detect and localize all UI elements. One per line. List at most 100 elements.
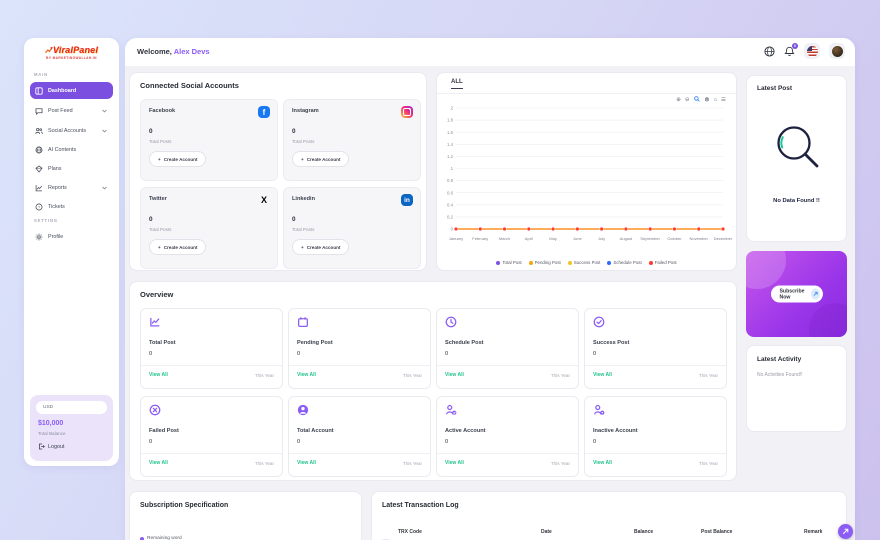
social-accounts-icon: [35, 127, 43, 135]
view-all-link[interactable]: View All: [149, 460, 168, 466]
legend-item[interactable]: Total Post: [496, 260, 521, 265]
period-label: This Year: [699, 461, 718, 466]
sidebar-item-plans[interactable]: Plans: [30, 160, 113, 177]
overview-card: Inactive Account0View AllThis Year: [584, 396, 727, 477]
legend-dot: [649, 261, 653, 265]
period-label: This Year: [699, 373, 718, 378]
chart-legend: Total Post Pending Post Success Post Schedu…: [437, 260, 736, 265]
main-panel: Welcome, Alex Devs 0 Connected Social Ac…: [125, 38, 855, 540]
svg-text:0.8: 0.8: [447, 178, 454, 183]
svg-text:October: October: [667, 236, 682, 241]
app-logo[interactable]: ViralPanel BY MARKETINGWALLAH.IN: [24, 45, 119, 60]
section-title: Latest Post: [757, 85, 792, 92]
create-account-button[interactable]: +Create Account: [149, 151, 206, 167]
profile-menu-button[interactable]: [829, 43, 845, 59]
card-value: 0: [593, 439, 596, 445]
card-value: 0: [149, 439, 152, 445]
chevron-down-icon: [102, 109, 107, 113]
facebook-icon: f: [258, 106, 270, 118]
view-all-link[interactable]: View All: [149, 372, 168, 378]
floating-action-button[interactable]: [838, 524, 853, 539]
total-balance-value: $10,000: [38, 420, 63, 427]
overview-card: Total Account0View AllThis Year: [288, 396, 431, 477]
twitter-x-icon: X: [258, 194, 270, 206]
section-title: Latest Transaction Log: [382, 502, 459, 509]
create-account-button[interactable]: +Create Account: [292, 239, 349, 255]
user-circle-icon: [297, 404, 309, 416]
sidebar-item-social-accounts[interactable]: Social Accounts: [30, 122, 113, 139]
view-all-link[interactable]: View All: [297, 372, 316, 378]
svg-text:0.4: 0.4: [447, 202, 454, 207]
card-value: 0: [297, 351, 300, 357]
svg-text:February: February: [472, 236, 488, 241]
post-feed-icon: [35, 107, 43, 115]
language-flag-button[interactable]: [804, 43, 820, 59]
card-title: Failed Post: [149, 428, 179, 434]
x-circle-icon: [149, 404, 161, 416]
logout-button[interactable]: Logout: [38, 443, 65, 450]
sidebar-item-tickets[interactable]: ? Tickets: [30, 198, 113, 215]
remaining-word-legend[interactable]: Remaining word: [140, 536, 182, 540]
facebook-account-card: Facebook f 0 Total Posts +Create Account: [140, 99, 278, 181]
sidebar-item-post-feed[interactable]: Post Feed: [30, 102, 113, 119]
latest-post-section: Latest Post No Data Found !!: [746, 75, 847, 242]
sidebar-item-ai-contents[interactable]: AI Contents: [30, 141, 113, 158]
period-label: This Year: [551, 373, 570, 378]
overview-card: Total Post0View AllThis Year: [140, 308, 283, 389]
notifications-button[interactable]: 0: [784, 46, 795, 57]
arrow-up-right-icon: [842, 528, 849, 535]
sidebar-item-reports[interactable]: Reports: [30, 179, 113, 196]
plus-icon: +: [301, 245, 304, 250]
language-globe-icon[interactable]: [764, 46, 775, 57]
subscribe-now-button[interactable]: Subscribe Now: [770, 286, 822, 303]
no-data-text: No Data Found !!: [747, 198, 846, 204]
top-header: Welcome, Alex Devs 0: [125, 38, 855, 66]
divider: [585, 365, 726, 366]
legend-item[interactable]: Schedule Post: [607, 260, 641, 265]
section-title: Connected Social Accounts: [140, 81, 239, 90]
legend-item[interactable]: Success Post: [568, 260, 601, 265]
view-all-link[interactable]: View All: [593, 372, 612, 378]
check-circle-icon: [593, 316, 605, 328]
card-title: Success Post: [593, 340, 629, 346]
legend-item[interactable]: Pending Post: [529, 260, 561, 265]
section-title: Subscription Specification: [140, 502, 228, 509]
view-all-link[interactable]: View All: [297, 460, 316, 466]
divider: [437, 453, 578, 454]
connected-accounts-section: Connected Social Accounts Facebook f 0 T…: [129, 72, 427, 271]
svg-text:June: June: [573, 236, 582, 241]
period-label: This Year: [403, 373, 422, 378]
column-header-date: Date: [541, 529, 552, 535]
svg-text:January: January: [449, 236, 463, 241]
posts-chart: 00.20.40.60.811.21.41.61.82JanuaryFebrua…: [439, 101, 732, 253]
view-all-link[interactable]: View All: [445, 372, 464, 378]
instagram-account-card: Instagram 0 Total Posts +Create Account: [283, 99, 421, 181]
plans-icon: [35, 165, 43, 173]
card-value: 0: [445, 439, 448, 445]
svg-text:1.6: 1.6: [447, 130, 454, 135]
divider: [289, 453, 430, 454]
calendar-icon: [297, 316, 309, 328]
notification-badge: 0: [792, 43, 798, 49]
sidebar-item-profile[interactable]: Profile: [30, 228, 113, 245]
view-all-link[interactable]: View All: [593, 460, 612, 466]
tab-all[interactable]: ALL: [451, 79, 463, 89]
magnifier-illustration-icon: [770, 122, 824, 176]
linkedin-icon: in: [401, 194, 413, 206]
subscribe-banner: Subscribe Now: [746, 251, 847, 337]
legend-item[interactable]: Failed Post: [649, 260, 677, 265]
ai-contents-icon: [35, 146, 43, 154]
clock-icon: [445, 316, 457, 328]
currency-select[interactable]: USD: [36, 401, 107, 414]
svg-text:0.6: 0.6: [447, 190, 454, 195]
create-account-button[interactable]: +Create Account: [292, 151, 349, 167]
svg-text:May: May: [549, 236, 557, 241]
divider: [141, 365, 282, 366]
sidebar-item-dashboard[interactable]: Dashboard: [30, 82, 113, 99]
sidebar-section-main: MAIN: [34, 72, 48, 77]
page-title: Welcome, Alex Devs: [137, 47, 210, 56]
create-account-button[interactable]: +Create Account: [149, 239, 206, 255]
latest-activity-section: Latest Activity No Activities Found!!: [746, 345, 847, 432]
view-all-link[interactable]: View All: [445, 460, 464, 466]
overview-section: Overview Total Post0View AllThis YearPen…: [129, 281, 737, 481]
